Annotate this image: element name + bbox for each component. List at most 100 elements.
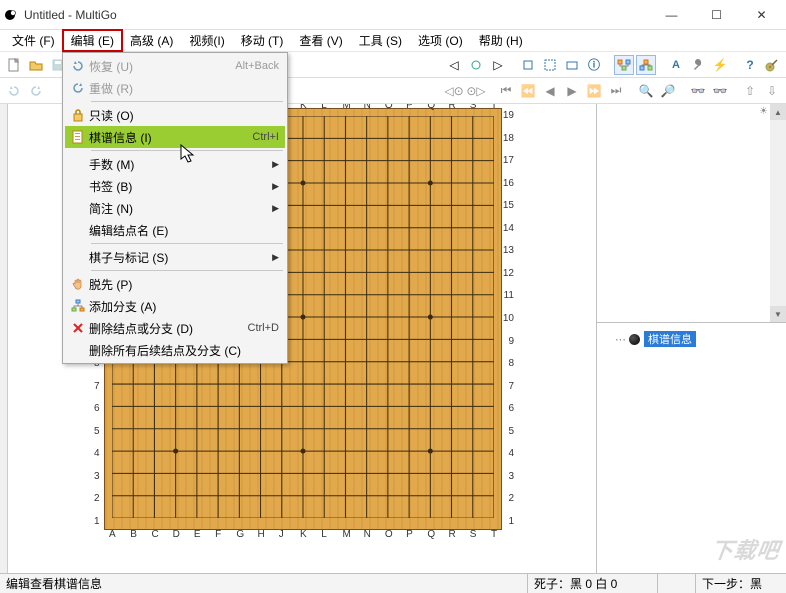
coord-row-right: 19 [503, 110, 514, 121]
scrollbar-vertical[interactable]: ▲ ▼ [770, 104, 786, 322]
nav-fastfwd-button[interactable]: ⏩ [584, 81, 604, 101]
redo-button[interactable] [26, 81, 46, 101]
menu-item-label: 棋子与标记 (S) [89, 249, 269, 266]
status-gap [658, 574, 696, 593]
coord-col-top: O [385, 104, 393, 111]
edit-menu-dropdown: 恢复 (U)Alt+Back重做 (R)只读 (O)棋谱信息 (I)Ctrl+I… [62, 52, 288, 364]
menu-item[interactable]: 删除所有后续结点及分支 (C) [65, 339, 285, 361]
coord-row-left: 3 [94, 471, 100, 482]
coord-row-right: 7 [508, 381, 514, 392]
coord-row-right: 12 [503, 268, 514, 279]
menu-view[interactable]: 查看 (V) [291, 30, 350, 51]
text-a-button[interactable]: A [666, 55, 686, 75]
info-icon [67, 130, 89, 144]
binoculars-a-button[interactable]: 🔍 [636, 81, 656, 101]
menu-help[interactable]: 帮助 (H) [471, 30, 531, 51]
menu-item-label: 恢复 (U) [89, 58, 235, 75]
menu-file[interactable]: 文件 (F) [4, 30, 63, 51]
nav-next2-button[interactable]: ▷ [488, 55, 508, 75]
menu-item-label: 简注 (N) [89, 200, 269, 217]
menu-advanced[interactable]: 高级 (A) [122, 30, 181, 51]
coord-col-bottom: L [321, 529, 327, 540]
coord-row-right: 2 [508, 493, 514, 504]
menu-item[interactable]: 书签 (B)▶ [65, 175, 285, 197]
coord-row-left: 4 [94, 448, 100, 459]
coord-col-bottom: P [406, 529, 413, 540]
info-button[interactable]: ⓘ [584, 55, 604, 75]
menu-item[interactable]: 棋谱信息 (I)Ctrl+I [65, 126, 285, 148]
nav-prev2-button[interactable]: ◁ [444, 55, 464, 75]
new-file-button[interactable] [4, 55, 24, 75]
close-button[interactable]: ✕ [739, 1, 784, 29]
region-button[interactable] [562, 55, 582, 75]
coord-row-right: 16 [503, 178, 514, 189]
nav-last-button[interactable]: ⏭ [606, 81, 626, 101]
coord-col-top: P [406, 104, 413, 111]
window-title: Untitled - MultiGo [24, 8, 649, 22]
guitar-icon[interactable] [762, 55, 782, 75]
menu-separator [91, 150, 283, 151]
prev-target-button[interactable]: ◁⊙ [444, 81, 464, 101]
coord-row-right: 11 [504, 290, 514, 301]
nav-back-button[interactable]: ◀ [540, 81, 560, 101]
menu-separator [91, 101, 283, 102]
menu-item[interactable]: 棋子与标记 (S)▶ [65, 246, 285, 268]
minimize-button[interactable]: — [649, 1, 694, 29]
coord-col-bottom: D [173, 529, 180, 540]
menu-item-label: 删除所有后续结点及分支 (C) [89, 342, 279, 359]
binoculars2-button[interactable]: 👓 [710, 81, 730, 101]
move-down-button[interactable]: ⇩ [762, 81, 782, 101]
tool-bolt-button[interactable]: ⚡ [710, 55, 730, 75]
open-file-button[interactable] [26, 55, 46, 75]
menu-item[interactable]: 脱先 (P) [65, 273, 285, 295]
app-icon [2, 7, 18, 23]
circle-button[interactable] [466, 55, 486, 75]
coord-col-top: K [300, 104, 307, 111]
menu-video[interactable]: 视频(I) [181, 30, 232, 51]
coord-row-left: 2 [94, 493, 100, 504]
comment-pane[interactable]: ☀ ▲ ▼ [597, 104, 786, 323]
nav-fwd-button[interactable]: ▶ [562, 81, 582, 101]
tool-wrench-button[interactable] [688, 55, 708, 75]
nav-first-button[interactable]: ⏮ [496, 81, 516, 101]
coord-col-bottom: B [130, 529, 137, 540]
binoculars-alt-button[interactable]: 🔎 [658, 81, 678, 101]
menu-tools[interactable]: 工具 (S) [351, 30, 410, 51]
scroll-down-button[interactable]: ▼ [770, 306, 786, 322]
maximize-button[interactable]: ☐ [694, 1, 739, 29]
menu-item-label: 书签 (B) [89, 178, 269, 195]
menu-edit[interactable]: 编辑 (E) [63, 30, 122, 51]
submenu-arrow-icon: ▶ [269, 159, 279, 170]
scroll-up-button[interactable]: ▲ [770, 104, 786, 120]
coord-row-right: 15 [503, 200, 514, 211]
menu-item[interactable]: 删除结点或分支 (D)Ctrl+D [65, 317, 285, 339]
menu-item[interactable]: 添加分支 (A) [65, 295, 285, 317]
menu-item-label: 只读 (O) [89, 107, 279, 124]
menu-options[interactable]: 选项 (O) [410, 30, 471, 51]
coord-col-top: L [321, 104, 327, 111]
menu-item[interactable]: 简注 (N)▶ [65, 197, 285, 219]
menu-item[interactable]: 手数 (M)▶ [65, 153, 285, 175]
branch-icon [67, 299, 89, 313]
tree-root-node[interactable]: ⋯ 棋谱信息 [615, 331, 696, 347]
tree-button[interactable] [614, 55, 634, 75]
menu-item[interactable]: 只读 (O) [65, 104, 285, 126]
menu-item-label: 手数 (M) [89, 156, 269, 173]
menu-item[interactable]: 编辑结点名 (E) [65, 219, 285, 241]
nav-fastback-button[interactable]: ⏪ [518, 81, 538, 101]
undo-button[interactable] [4, 81, 24, 101]
branch-button[interactable] [636, 55, 656, 75]
select-button[interactable] [540, 55, 560, 75]
help-button[interactable]: ? [740, 55, 760, 75]
redo-icon [67, 81, 89, 95]
binoculars-button[interactable]: 👓 [688, 81, 708, 101]
right-panel: ☀ ▲ ▼ ⋯ 棋谱信息 [596, 104, 786, 573]
menu-move[interactable]: 移动 (T) [233, 30, 292, 51]
next-target-button[interactable]: ⊙▷ [466, 81, 486, 101]
coord-row-right: 17 [503, 155, 514, 166]
move-up-button[interactable]: ⇧ [740, 81, 760, 101]
menu-item-accel: Alt+Back [235, 60, 279, 72]
rect-button[interactable] [518, 55, 538, 75]
coord-row-right: 5 [508, 426, 514, 437]
coord-row-left: 6 [94, 403, 100, 414]
